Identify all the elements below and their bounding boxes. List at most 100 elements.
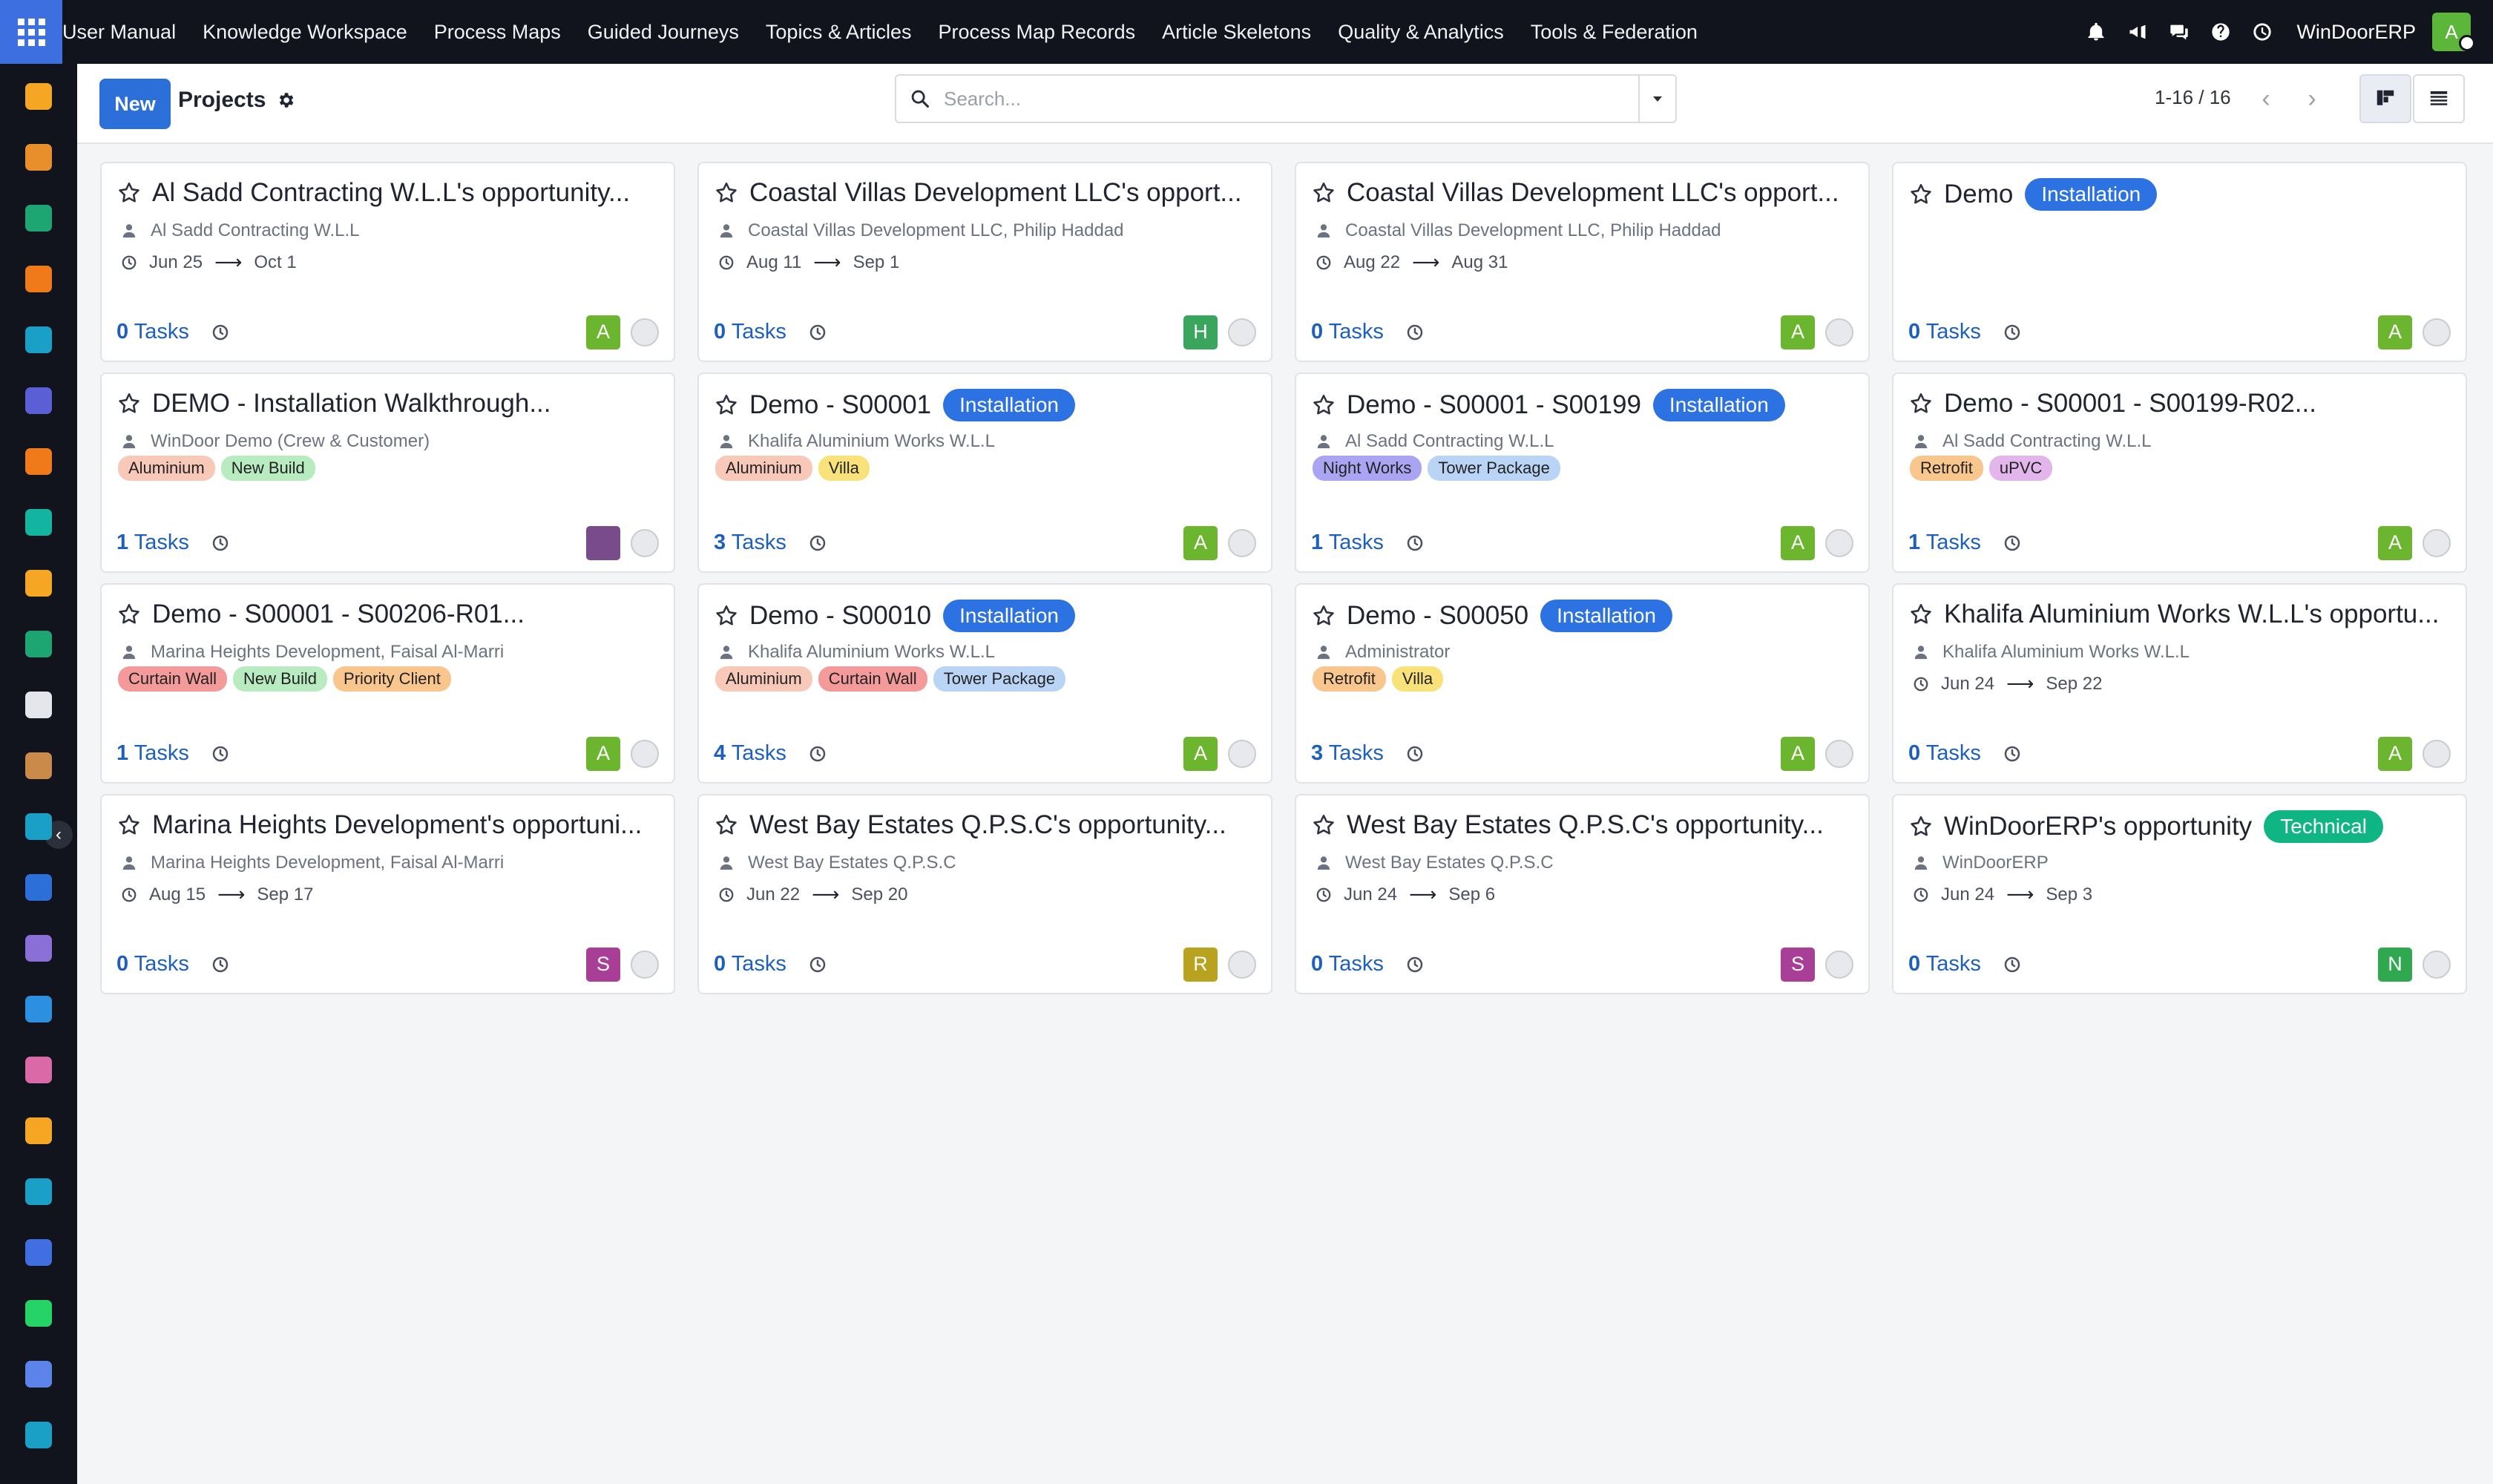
search-input[interactable] [944,76,1638,121]
project-card[interactable]: Coastal Villas Development LLC's opport.… [697,162,1272,362]
star-icon[interactable] [116,391,142,416]
project-card[interactable]: Demo - S00010 Installation Khalifa Alumini… [697,583,1272,784]
star-icon[interactable] [714,180,739,206]
pager-value[interactable]: 1-16 / 16 [2155,86,2231,109]
assignee-avatar[interactable]: A [586,736,620,771]
project-title[interactable]: DEMO - Installation Walkthrough... [152,389,551,418]
project-card[interactable]: DEMO - Installation Walkthrough... WinDoo… [100,372,675,573]
assignee-avatar[interactable]: A [1183,525,1218,560]
tasks-link[interactable]: 0 Tasks [1908,320,1981,344]
menu-item-quality-analytics[interactable]: Quality & Analytics [1324,0,1517,64]
sidebar-app-icon[interactable] [25,1422,52,1448]
tasks-link[interactable]: 0 Tasks [714,952,786,976]
assignee-avatar[interactable]: S [586,947,620,982]
project-card[interactable]: Khalifa Aluminium Works W.L.L's opportu.… [1892,583,2467,784]
tasks-link[interactable]: 0 Tasks [1908,741,1981,766]
star-icon[interactable] [116,602,142,627]
sidebar-app-icon[interactable] [25,1361,52,1388]
menu-item-tools-federation[interactable]: Tools & Federation [1517,0,1711,64]
project-title[interactable]: Demo - S00001 - S00206-R01... [152,600,525,629]
sidebar-app-icon[interactable] [25,266,52,292]
project-title[interactable]: Coastal Villas Development LLC's opport.… [1347,178,1839,208]
status-indicator[interactable] [1228,318,1256,347]
project-card[interactable]: Coastal Villas Development LLC's opport.… [1295,162,1870,362]
app-switcher-button[interactable] [0,0,62,64]
assignee-avatar[interactable]: A [1781,736,1815,771]
status-indicator[interactable] [2423,950,2451,979]
star-icon[interactable] [714,603,739,628]
star-icon[interactable] [1311,180,1336,206]
tasks-link[interactable]: 3 Tasks [1311,741,1384,766]
status-indicator[interactable] [1825,528,1853,557]
status-indicator[interactable] [631,528,659,557]
star-icon[interactable] [714,393,739,418]
project-title[interactable]: Khalifa Aluminium Works W.L.L's opportu.… [1944,600,2439,629]
project-title[interactable]: Demo - S00010 [749,601,931,631]
status-indicator[interactable] [1825,318,1853,347]
tasks-link[interactable]: 1 Tasks [1908,531,1981,555]
assignee-avatar[interactable]: A [1781,525,1815,560]
menu-item-topics-articles[interactable]: Topics & Articles [752,0,925,64]
project-title[interactable]: West Bay Estates Q.P.S.C's opportunity..… [749,810,1226,840]
menu-item-process-maps[interactable]: Process Maps [421,0,574,64]
kanban-view-button[interactable] [2359,74,2411,123]
sidebar-app-icon[interactable] [25,570,52,597]
sidebar-app-icon[interactable] [25,448,52,475]
assignee-avatar[interactable]: A [2378,525,2412,560]
star-icon[interactable] [1908,182,1934,207]
star-icon[interactable] [1908,391,1934,416]
tasks-link[interactable]: 3 Tasks [714,531,786,555]
status-indicator[interactable] [2423,739,2451,768]
project-card[interactable]: Al Sadd Contracting W.L.L's opportunity.… [100,162,675,362]
star-icon[interactable] [116,180,142,206]
company-switcher[interactable]: WinDoorERP [2296,21,2416,44]
status-indicator[interactable] [1228,528,1256,557]
sidebar-app-icon[interactable] [25,752,52,779]
status-indicator[interactable] [1825,739,1853,768]
project-card[interactable]: Demo - S00001 - S00199-R02... Al Sadd Con… [1892,372,2467,573]
project-title[interactable]: Demo - S00050 [1347,601,1528,631]
sidebar-app-icon[interactable] [25,205,52,232]
gear-icon[interactable] [276,91,295,110]
star-icon[interactable] [714,812,739,838]
megaphone-icon[interactable] [2121,16,2154,48]
menu-item-knowledge-workspace[interactable]: Knowledge Workspace [189,0,421,64]
project-title[interactable]: Demo [1944,180,2013,209]
tasks-link[interactable]: 0 Tasks [1311,320,1384,344]
project-card[interactable]: Demo - S00050 Installation Administrator Re… [1295,583,1870,784]
menu-item-user-manual[interactable]: User Manual [62,0,189,64]
project-card[interactable]: West Bay Estates Q.P.S.C's opportunity..… [1295,794,1870,994]
sidebar-app-icon[interactable] [25,1300,52,1327]
star-icon[interactable] [1311,393,1336,418]
tasks-link[interactable]: 0 Tasks [1311,952,1384,976]
tasks-link[interactable]: 1 Tasks [116,531,189,555]
menu-item-process-map-records[interactable]: Process Map Records [924,0,1149,64]
tasks-link[interactable]: 0 Tasks [116,320,189,344]
star-icon[interactable] [1311,603,1336,628]
assignee-avatar[interactable]: A [1183,736,1218,771]
status-indicator[interactable] [631,318,659,347]
list-view-button[interactable] [2413,74,2465,123]
search-options-toggle[interactable] [1638,76,1675,122]
sidebar-app-icon[interactable] [25,387,52,414]
star-icon[interactable] [1311,812,1336,838]
tasks-link[interactable]: 4 Tasks [714,741,786,766]
project-title[interactable]: West Bay Estates Q.P.S.C's opportunity..… [1347,810,1824,840]
sidebar-app-icon[interactable] [25,1239,52,1266]
project-title[interactable]: Demo - S00001 - S00199 [1347,390,1641,420]
assignee-avatar[interactable]: S [1781,947,1815,982]
menu-item-article-skeletons[interactable]: Article Skeletons [1149,0,1324,64]
new-button[interactable]: New [99,79,171,129]
project-card[interactable]: Demo - S00001 - S00206-R01... Marina Heig… [100,583,675,784]
pager-next-button[interactable]: › [2290,76,2334,122]
sidebar-app-icon[interactable] [25,813,52,840]
assignee-avatar[interactable]: A [2378,315,2412,349]
project-card[interactable]: Marina Heights Development's opportuni..… [100,794,675,994]
status-indicator[interactable] [2423,318,2451,347]
sidebar-app-icon[interactable] [25,509,52,536]
tasks-link[interactable]: 1 Tasks [1311,531,1384,555]
sidebar-app-icon[interactable] [25,996,52,1022]
project-title[interactable]: Demo - S00001 [749,390,931,420]
assignee-avatar[interactable]: A [2378,736,2412,771]
tasks-link[interactable]: 0 Tasks [116,952,189,976]
